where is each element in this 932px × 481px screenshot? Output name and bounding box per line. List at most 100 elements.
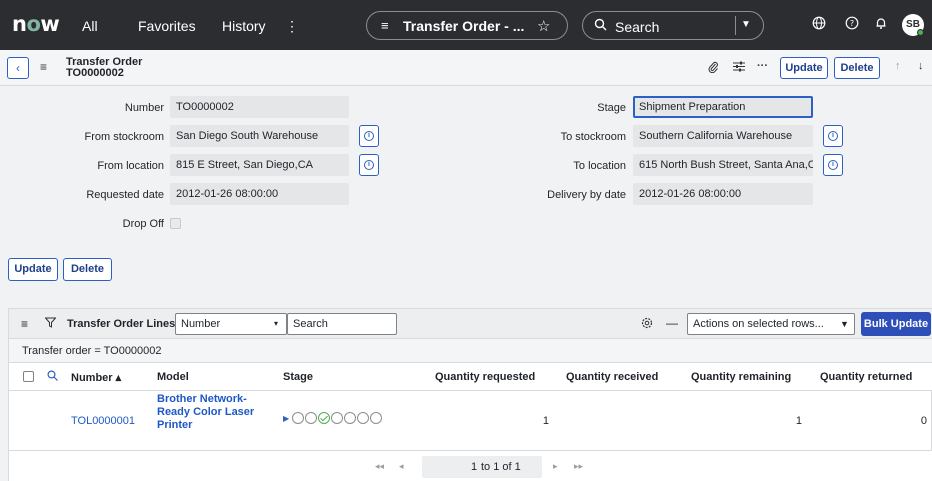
settings-sliders-icon[interactable] bbox=[733, 61, 745, 75]
bulk-update-button[interactable]: Bulk Update bbox=[861, 312, 931, 336]
list-search-input[interactable]: Search bbox=[287, 313, 397, 335]
page-number-input[interactable]: 1 bbox=[471, 461, 477, 473]
more-options-icon[interactable]: ··· bbox=[757, 60, 768, 72]
delete-button[interactable]: Delete bbox=[834, 57, 880, 79]
expand-triangle-icon[interactable]: ▶ bbox=[283, 414, 289, 423]
next-page-icon[interactable]: ▸ bbox=[553, 461, 558, 472]
collapse-icon[interactable]: — bbox=[666, 316, 678, 330]
column-search-icon[interactable] bbox=[47, 370, 58, 384]
to-location-label: To location bbox=[573, 160, 626, 172]
favorite-star-icon[interactable]: ☆ bbox=[537, 17, 550, 35]
select-all-checkbox[interactable] bbox=[23, 371, 34, 382]
update-button[interactable]: Update bbox=[780, 57, 828, 79]
gear-icon[interactable] bbox=[641, 317, 653, 332]
column-quantity-received[interactable]: Quantity received bbox=[566, 371, 658, 383]
number-label: Number bbox=[124, 102, 164, 114]
row-quantity-returned: 0 bbox=[920, 415, 927, 427]
filter-condition-link[interactable]: Transfer order = TO0000002 bbox=[22, 345, 162, 357]
info-icon: i bbox=[364, 131, 374, 141]
nav-more-menu[interactable]: ⋮ bbox=[285, 18, 299, 35]
from-location-field[interactable]: 815 E Street, San Diego,CA bbox=[170, 154, 349, 176]
stage-field[interactable]: Shipment Preparation bbox=[633, 96, 813, 118]
requested-date-label: Requested date bbox=[86, 189, 164, 201]
info-icon: i bbox=[364, 160, 374, 170]
drop-off-checkbox[interactable] bbox=[170, 218, 181, 229]
breadcrumb-filter: Transfer order = TO0000002 bbox=[9, 339, 932, 363]
user-avatar[interactable]: SB bbox=[902, 14, 924, 36]
servicenow-logo[interactable]: now bbox=[12, 12, 60, 36]
arrow-down-icon[interactable]: ↓ bbox=[918, 60, 924, 72]
row-quantity-requested: 1 bbox=[542, 415, 549, 427]
column-number[interactable]: Number ▴ bbox=[71, 371, 121, 384]
to-stockroom-label: To stockroom bbox=[560, 131, 626, 143]
number-field[interactable]: TO0000002 bbox=[170, 96, 349, 118]
row-quantity-remaining: 1 bbox=[795, 415, 802, 427]
from-location-label: From location bbox=[97, 160, 164, 172]
bottom-delete-button[interactable]: Delete bbox=[63, 258, 112, 281]
table-row: TOL0000001 Brother Network- Ready Color … bbox=[9, 391, 932, 450]
stage-step-done-icon bbox=[318, 412, 331, 425]
nav-all[interactable]: All bbox=[82, 18, 98, 34]
to-location-field[interactable]: 615 North Bush Street, Santa Ana,CA bbox=[633, 154, 813, 176]
info-icon: i bbox=[828, 131, 838, 141]
filter-icon[interactable] bbox=[44, 317, 57, 331]
list-menu-icon[interactable]: ≡ bbox=[21, 317, 28, 331]
stage-step-icon bbox=[357, 412, 370, 425]
stage-step-icon bbox=[331, 412, 344, 425]
actions-select[interactable]: Actions on selected rows... ▼ bbox=[687, 313, 855, 335]
search-label: Search bbox=[615, 19, 660, 35]
help-icon[interactable]: ? bbox=[845, 16, 859, 33]
top-navigation: now All Favorites History ⋮ ≡ Transfer O… bbox=[0, 0, 932, 50]
global-search[interactable]: Search ▼ bbox=[582, 11, 764, 40]
info-icon: i bbox=[828, 160, 838, 170]
column-quantity-remaining[interactable]: Quantity remaining bbox=[691, 371, 791, 383]
nav-favorites[interactable]: Favorites bbox=[138, 18, 196, 34]
list-header-row: Number ▴ Model Stage Quantity requested … bbox=[9, 363, 932, 391]
list-icon: ≡ bbox=[381, 18, 389, 33]
form-menu-icon[interactable]: ≡ bbox=[40, 60, 47, 74]
to-stockroom-info-button[interactable]: i bbox=[823, 125, 843, 147]
column-model[interactable]: Model bbox=[157, 371, 189, 383]
first-page-icon[interactable]: ◂◂ bbox=[375, 461, 384, 472]
svg-text:?: ? bbox=[850, 19, 854, 28]
chevron-down-icon: ▼ bbox=[840, 319, 849, 329]
bottom-update-button[interactable]: Update bbox=[8, 258, 58, 281]
row-model-link[interactable]: Brother Network- Ready Color Laser Print… bbox=[157, 393, 254, 432]
column-quantity-returned[interactable]: Quantity returned bbox=[820, 371, 912, 383]
form-header: ‹ ≡ Transfer Order TO0000002 ··· Update … bbox=[0, 50, 932, 86]
requested-date-field[interactable]: 2012-01-26 08:00:00 bbox=[170, 183, 349, 205]
related-list-title: Transfer Order Lines bbox=[67, 318, 176, 330]
context-pill[interactable]: ≡ Transfer Order - ... ☆ bbox=[366, 11, 568, 40]
delivery-by-date-label: Delivery by date bbox=[547, 189, 626, 201]
search-field-select[interactable]: Number ▾ bbox=[175, 313, 287, 335]
context-title: Transfer Order - ... bbox=[403, 18, 525, 34]
stage-step-icon bbox=[344, 412, 357, 425]
from-stockroom-info-button[interactable]: i bbox=[359, 125, 379, 147]
column-quantity-requested[interactable]: Quantity requested bbox=[435, 371, 535, 383]
drop-off-label: Drop Off bbox=[122, 218, 164, 230]
stage-step-icon bbox=[305, 412, 318, 425]
presence-indicator bbox=[917, 29, 924, 36]
back-button[interactable]: ‹ bbox=[7, 57, 29, 79]
last-page-icon[interactable]: ▸▸ bbox=[574, 461, 583, 472]
delivery-by-date-field[interactable]: 2012-01-26 08:00:00 bbox=[633, 183, 813, 205]
to-stockroom-field[interactable]: Southern California Warehouse bbox=[633, 125, 813, 147]
stage-step-icon bbox=[370, 412, 383, 425]
globe-icon[interactable] bbox=[812, 16, 826, 33]
chevron-left-icon: ‹ bbox=[16, 61, 20, 75]
column-stage[interactable]: Stage bbox=[283, 371, 313, 383]
to-location-info-button[interactable]: i bbox=[823, 154, 843, 176]
list-pagination: ◂◂ ◂ 1 to 1 of 1 ▸ ▸▸ bbox=[9, 450, 932, 481]
row-number-link[interactable]: TOL0000001 bbox=[71, 415, 135, 427]
form-title: Transfer Order TO0000002 bbox=[66, 56, 143, 79]
nav-history[interactable]: History bbox=[222, 18, 266, 34]
from-location-info-button[interactable]: i bbox=[359, 154, 379, 176]
from-stockroom-field[interactable]: San Diego South Warehouse bbox=[170, 125, 349, 147]
chevron-down-icon[interactable]: ▼ bbox=[741, 19, 751, 30]
paperclip-icon[interactable] bbox=[708, 61, 719, 76]
row-stage-progress: ▶ bbox=[283, 412, 383, 425]
bell-icon[interactable] bbox=[874, 16, 888, 33]
previous-page-icon[interactable]: ◂ bbox=[399, 461, 404, 472]
stage-label: Stage bbox=[597, 102, 626, 114]
arrow-up-icon[interactable]: ↑ bbox=[895, 60, 901, 72]
